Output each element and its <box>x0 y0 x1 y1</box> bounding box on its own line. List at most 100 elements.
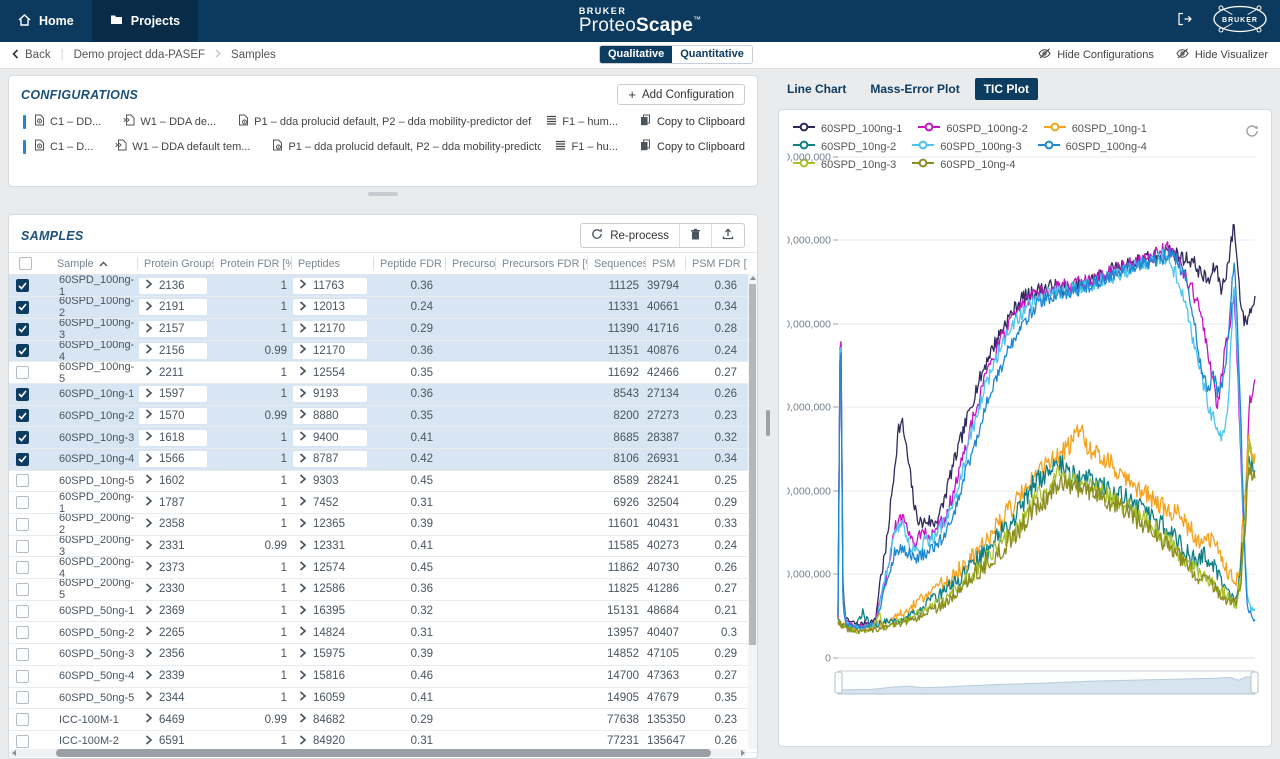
peptides-expand[interactable]: 12331 <box>293 538 367 554</box>
table-row[interactable]: 60SPD_10ng-5 1602 1 9303 0.45 8589 28241… <box>9 471 757 493</box>
row-checkbox[interactable] <box>16 561 29 574</box>
table-row[interactable]: 60SPD_10ng-2 1570 0.99 8880 0.35 8200 27… <box>9 406 757 428</box>
legend-item[interactable]: 60SPD_100ng-1 <box>793 122 902 135</box>
config-workflow-item[interactable]: W1 – DDA default tem... <box>115 139 250 154</box>
copy-to-clipboard-button[interactable]: Copy to Clipboard <box>640 114 745 129</box>
row-checkbox[interactable] <box>16 431 29 444</box>
protein-groups-expand[interactable]: 1787 <box>139 495 207 511</box>
table-row[interactable]: ICC-100M-1 6469 0.99 84682 0.29 77638 13… <box>9 709 757 731</box>
table-row[interactable]: 60SPD_50ng-3 2356 1 15975 0.39 14852 471… <box>9 644 757 666</box>
peptides-expand[interactable]: 11763 <box>293 278 367 294</box>
peptides-expand[interactable]: 9193 <box>293 386 367 402</box>
table-vertical-scrollbar[interactable] <box>748 274 757 749</box>
peptides-expand[interactable]: 15816 <box>293 668 367 684</box>
peptides-expand[interactable]: 12170 <box>293 321 367 337</box>
table-row[interactable]: 60SPD_200ng-2 2358 1 12365 0.39 11601 40… <box>9 514 757 536</box>
row-checkbox[interactable] <box>16 344 29 357</box>
col-psm-fdr[interactable]: PSM FDR [%] <box>685 257 747 270</box>
brush-left-handle[interactable] <box>835 672 842 693</box>
table-row[interactable]: 60SPD_100ng-5 2211 1 12554 0.35 11692 42… <box>9 362 757 384</box>
table-horizontal-scrollbar[interactable] <box>11 749 746 757</box>
tab-line-chart[interactable]: Line Chart <box>778 78 855 100</box>
logout-icon[interactable] <box>1177 12 1192 31</box>
row-checkbox[interactable] <box>16 713 29 726</box>
table-row[interactable]: 60SPD_50ng-5 2344 1 16059 0.41 14905 476… <box>9 688 757 710</box>
table-row[interactable]: 60SPD_100ng-1 2136 1 11763 0.36 11125 39… <box>9 275 757 297</box>
table-row[interactable]: 60SPD_10ng-1 1597 1 9193 0.36 8543 27134… <box>9 384 757 406</box>
protein-groups-expand[interactable]: 2156 <box>139 343 207 359</box>
row-checkbox[interactable] <box>16 301 29 314</box>
row-checkbox[interactable] <box>16 605 29 618</box>
table-row[interactable]: 60SPD_10ng-4 1566 1 8787 0.42 8106 26931… <box>9 449 757 471</box>
row-checkbox[interactable] <box>16 323 29 336</box>
table-row[interactable]: 60SPD_200ng-5 2330 1 12586 0.36 11825 41… <box>9 579 757 601</box>
peptides-expand[interactable]: 9400 <box>293 430 367 446</box>
table-row[interactable]: 60SPD_200ng-3 2331 0.99 12331 0.41 11585… <box>9 536 757 558</box>
peptides-expand[interactable]: 7452 <box>293 495 367 511</box>
table-row[interactable]: 60SPD_100ng-3 2157 1 12170 0.29 11390 41… <box>9 319 757 341</box>
row-checkbox[interactable] <box>16 670 29 683</box>
row-checkbox[interactable] <box>16 279 29 292</box>
config-compute-item[interactable]: C1 – D... <box>34 139 93 154</box>
quantitative-toggle[interactable]: Quantitative <box>672 46 752 63</box>
protein-groups-expand[interactable]: 2344 <box>139 690 207 706</box>
peptides-expand[interactable]: 9303 <box>293 473 367 489</box>
protein-groups-expand[interactable]: 2136 <box>139 278 207 294</box>
table-row[interactable]: 60SPD_100ng-2 2191 1 12013 0.24 11331 40… <box>9 297 757 319</box>
col-psm[interactable]: PSM <box>645 257 685 270</box>
row-checkbox[interactable] <box>16 453 29 466</box>
chart-range-brush[interactable] <box>787 668 1259 698</box>
protein-groups-expand[interactable]: 2356 <box>139 646 207 662</box>
row-checkbox[interactable] <box>16 735 29 748</box>
protein-groups-expand[interactable]: 1566 <box>139 451 207 467</box>
config-processing-item[interactable]: P1 – dda prolucid default, P2 – dda mobi… <box>238 114 532 129</box>
peptides-expand[interactable]: 16059 <box>293 690 367 706</box>
row-checkbox[interactable] <box>16 583 29 596</box>
add-configuration-button[interactable]: + Add Configuration <box>617 84 745 105</box>
hide-configurations-button[interactable]: Hide Configurations <box>1038 48 1154 62</box>
row-checkbox[interactable] <box>16 626 29 639</box>
peptides-expand[interactable]: 16395 <box>293 603 367 619</box>
protein-groups-expand[interactable]: 2191 <box>139 299 207 315</box>
peptides-expand[interactable]: 12554 <box>293 365 367 381</box>
row-checkbox[interactable] <box>16 388 29 401</box>
col-sample[interactable]: Sample <box>35 258 137 270</box>
table-row[interactable]: 60SPD_50ng-1 2369 1 16395 0.32 15131 486… <box>9 601 757 623</box>
row-checkbox[interactable] <box>16 366 29 379</box>
protein-groups-expand[interactable]: 2265 <box>139 625 207 641</box>
legend-item[interactable]: 60SPD_100ng-2 <box>918 122 1027 135</box>
nav-tab-projects[interactable]: Projects <box>92 0 198 42</box>
col-protein-fdr[interactable]: Protein FDR [%] <box>213 257 291 270</box>
col-sequences[interactable]: Sequences <box>587 257 645 270</box>
copy-to-clipboard-button[interactable]: Copy to Clipboard <box>640 139 745 154</box>
peptides-expand[interactable]: 14824 <box>293 625 367 641</box>
configuration-row[interactable]: C1 – D... W1 – DDA default tem... P1 – d… <box>9 134 757 159</box>
protein-groups-expand[interactable]: 1602 <box>139 473 207 489</box>
peptides-expand[interactable]: 84920 <box>293 733 367 749</box>
peptides-expand[interactable]: 12586 <box>293 581 367 597</box>
table-row[interactable]: 60SPD_10ng-3 1618 1 9400 0.41 8685 28387… <box>9 427 757 449</box>
peptides-expand[interactable]: 12170 <box>293 343 367 359</box>
row-checkbox[interactable] <box>16 496 29 509</box>
vertical-resize-handle[interactable] <box>766 410 770 436</box>
tab-mass-error-plot[interactable]: Mass-Error Plot <box>861 78 968 100</box>
protein-groups-expand[interactable]: 6591 <box>139 733 207 749</box>
table-row[interactable]: 60SPD_50ng-2 2265 1 14824 0.31 13957 404… <box>9 622 757 644</box>
protein-groups-expand[interactable]: 2331 <box>139 538 207 554</box>
config-compute-item[interactable]: C1 – DD... <box>34 114 101 129</box>
config-fasta-item[interactable]: F1 – hu... <box>555 140 617 153</box>
peptides-expand[interactable]: 12013 <box>293 299 367 315</box>
protein-groups-expand[interactable]: 6469 <box>139 712 207 728</box>
brush-right-handle[interactable] <box>1251 672 1258 693</box>
row-checkbox[interactable] <box>16 409 29 422</box>
protein-groups-expand[interactable]: 2157 <box>139 321 207 337</box>
horizontal-resize-handle[interactable] <box>368 192 398 196</box>
row-checkbox[interactable] <box>16 540 29 553</box>
protein-groups-expand[interactable]: 1570 <box>139 408 207 424</box>
row-checkbox[interactable] <box>16 648 29 661</box>
peptides-expand[interactable]: 8787 <box>293 451 367 467</box>
peptides-expand[interactable]: 12574 <box>293 560 367 576</box>
table-row[interactable]: 60SPD_50ng-4 2339 1 15816 0.46 14700 473… <box>9 666 757 688</box>
peptides-expand[interactable]: 8880 <box>293 408 367 424</box>
legend-item[interactable]: 60SPD_10ng-1 <box>1044 122 1147 135</box>
